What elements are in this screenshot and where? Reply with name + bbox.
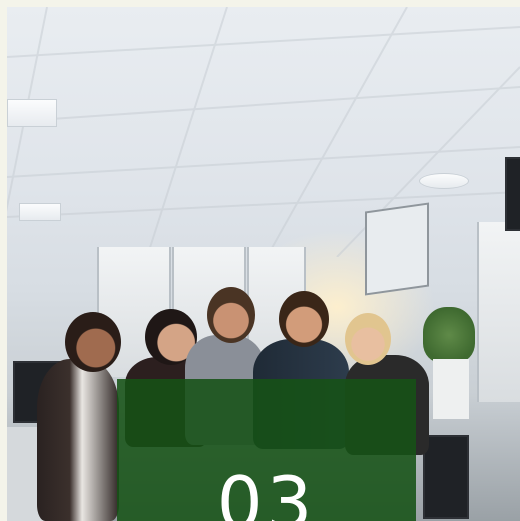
ceiling-light-panel [7, 99, 57, 127]
office-plant [423, 307, 475, 363]
ceiling-light-panel [419, 173, 469, 189]
plant-pot [433, 359, 469, 419]
ceiling-grid [7, 7, 520, 257]
slide-number: 03 [216, 461, 317, 521]
wall-screen [365, 202, 429, 296]
window [477, 222, 520, 402]
person-head [345, 313, 391, 365]
ceiling-light-panel [19, 203, 61, 221]
person-head [65, 312, 121, 372]
person-head [207, 287, 255, 343]
person-head [279, 291, 329, 347]
wall-screen [505, 157, 520, 231]
person-woman-left [37, 359, 119, 521]
slide-number-panel: 03 [117, 379, 416, 521]
desk-monitor [423, 435, 469, 519]
slide-frame: 03 [7, 7, 520, 521]
